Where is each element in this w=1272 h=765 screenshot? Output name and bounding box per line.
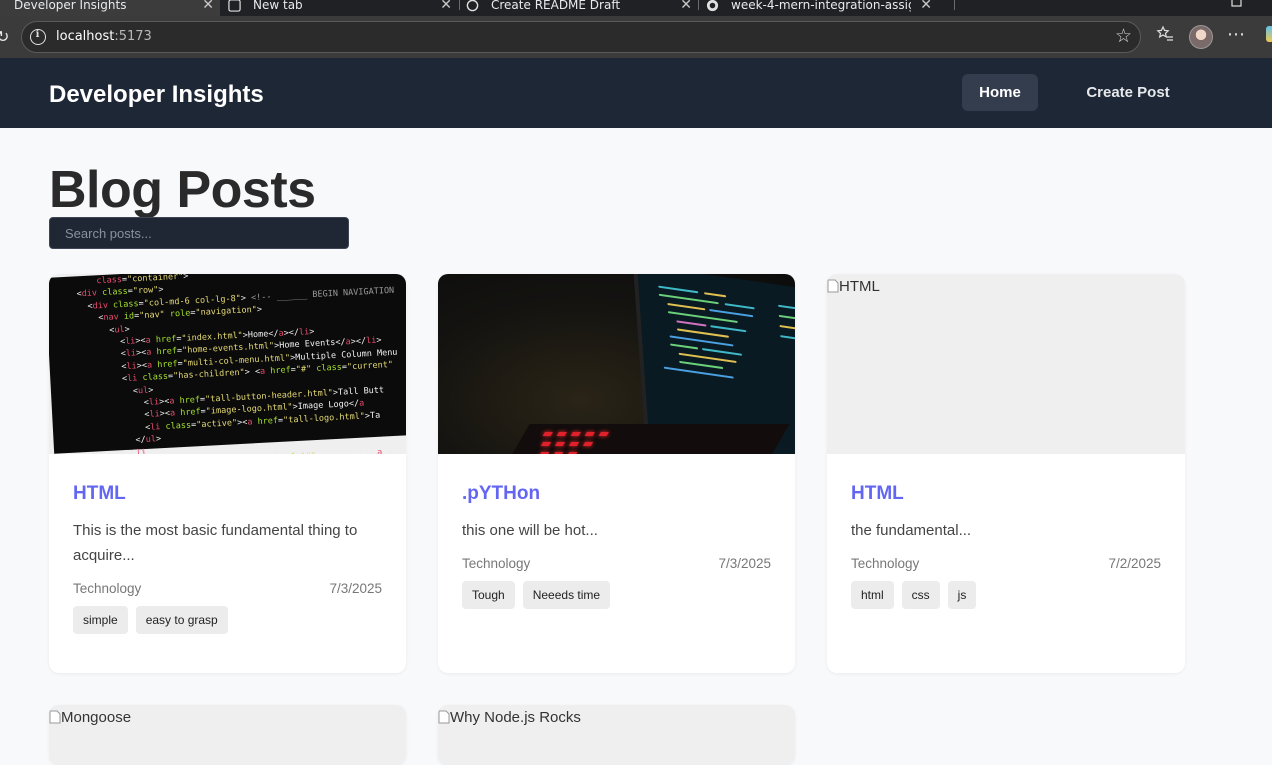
post-date: 7/2/2025	[1108, 556, 1161, 571]
browser-tab[interactable]: Create README Draft ✕	[464, 0, 698, 16]
post-excerpt: This is the most basic fundamental thing…	[73, 522, 358, 564]
page-title: Blog Posts	[49, 161, 316, 219]
site-info-icon[interactable]	[30, 29, 46, 45]
post-meta: Technology 7/3/2025	[73, 581, 382, 596]
tag-badge: Neeeds time	[522, 581, 611, 609]
star-icon[interactable]: ☆	[1115, 25, 1132, 47]
post-date: 7/3/2025	[329, 581, 382, 596]
avatar[interactable]	[1189, 25, 1213, 49]
tag-badge: js	[947, 581, 977, 609]
new-tab-icon	[228, 0, 241, 12]
tag-badge: easy to grasp	[135, 606, 228, 634]
tab-divider	[698, 0, 699, 10]
workspace-icon[interactable]	[1231, 0, 1243, 8]
post-meta: Technology 7/3/2025	[462, 556, 771, 571]
browser-tab-strip: Developer Insights ✕ New tab ✕ Create RE…	[0, 0, 1272, 16]
post-card[interactable]: HTML HTML the fundamental... Technology …	[827, 274, 1185, 673]
favorites-icon[interactable]	[1156, 25, 1174, 43]
tab-divider	[459, 0, 460, 10]
tab-title: Developer Insights	[14, 0, 127, 12]
broken-image-alt: HTML	[827, 278, 880, 295]
post-tags: Tough Neeeds time	[462, 581, 771, 609]
post-card[interactable]: Mongoose	[49, 705, 406, 765]
address-bar-row: ↻ localhost:5173 ☆	[0, 16, 1272, 58]
post-title-link[interactable]: HTML	[73, 483, 382, 505]
post-category: Technology	[851, 556, 920, 571]
search-input[interactable]	[49, 217, 349, 249]
brand-logo-text[interactable]: Developer Insights	[49, 81, 264, 109]
tab-divider	[954, 0, 955, 10]
tag-badge: html	[851, 581, 894, 609]
post-title-link[interactable]: HTML	[851, 483, 1161, 505]
browser-tab[interactable]: New tab ✕	[224, 0, 458, 16]
close-icon[interactable]: ✕	[440, 0, 452, 13]
address-bar[interactable]: localhost:5173 ☆	[21, 21, 1141, 53]
close-icon[interactable]: ✕	[202, 0, 214, 13]
post-card-body: HTML the fundamental... Technology 7/2/2…	[851, 454, 1161, 609]
post-image: HTML	[827, 274, 1185, 454]
post-card[interactable]: class="container"> <div class="row"> <di…	[49, 274, 406, 673]
copilot-icon[interactable]	[1266, 26, 1272, 42]
broken-image-alt: Why Node.js Rocks	[438, 709, 581, 726]
app-header: Developer Insights Home Create Post	[0, 58, 1272, 128]
post-tags: html css js	[851, 581, 1161, 609]
close-icon[interactable]: ✕	[920, 0, 932, 13]
browser-tab-active[interactable]: Developer Insights ✕	[0, 0, 220, 16]
post-card-body: .pYTHon this one will be hot... Technolo…	[462, 454, 771, 609]
post-image: class="container"> <div class="row"> <di…	[49, 274, 406, 454]
refresh-icon[interactable]: ↻	[0, 27, 9, 46]
post-excerpt: the fundamental...	[851, 522, 972, 539]
tag-badge: simple	[73, 606, 128, 634]
tab-title: Create README Draft	[491, 0, 621, 12]
nav-home-link[interactable]: Home	[962, 74, 1038, 111]
post-tags: simple easy to grasp	[73, 606, 382, 634]
more-icon[interactable]: ⋯	[1227, 24, 1246, 45]
post-card-body: HTML This is the most basic fundamental …	[73, 454, 382, 634]
url-text[interactable]: localhost:5173	[56, 29, 152, 44]
tab-title: week-4-mern-integration-assignment	[731, 0, 911, 12]
post-meta: Technology 7/2/2025	[851, 556, 1161, 571]
post-category: Technology	[462, 556, 531, 571]
post-date: 7/3/2025	[718, 556, 771, 571]
broken-image-icon	[49, 710, 61, 724]
chatgpt-icon	[466, 0, 479, 11]
github-icon	[706, 0, 719, 11]
broken-image-icon	[827, 279, 839, 293]
browser-tab[interactable]: week-4-mern-integration-assignment ✕	[704, 0, 938, 16]
tag-badge: Tough	[462, 581, 515, 609]
post-title-link[interactable]: .pYTHon	[462, 483, 771, 505]
close-icon[interactable]: ✕	[680, 0, 692, 13]
post-excerpt: this one will be hot...	[462, 522, 598, 539]
post-image	[438, 274, 795, 454]
post-category: Technology	[73, 581, 142, 596]
nav-create-post-link[interactable]: Create Post	[1068, 74, 1188, 111]
broken-image-icon	[438, 710, 450, 724]
post-card[interactable]: .pYTHon this one will be hot... Technolo…	[438, 274, 795, 673]
post-card[interactable]: Why Node.js Rocks	[438, 705, 795, 765]
broken-image-alt: Mongoose	[49, 709, 131, 726]
tag-badge: css	[901, 581, 940, 609]
tab-title: New tab	[253, 0, 303, 12]
